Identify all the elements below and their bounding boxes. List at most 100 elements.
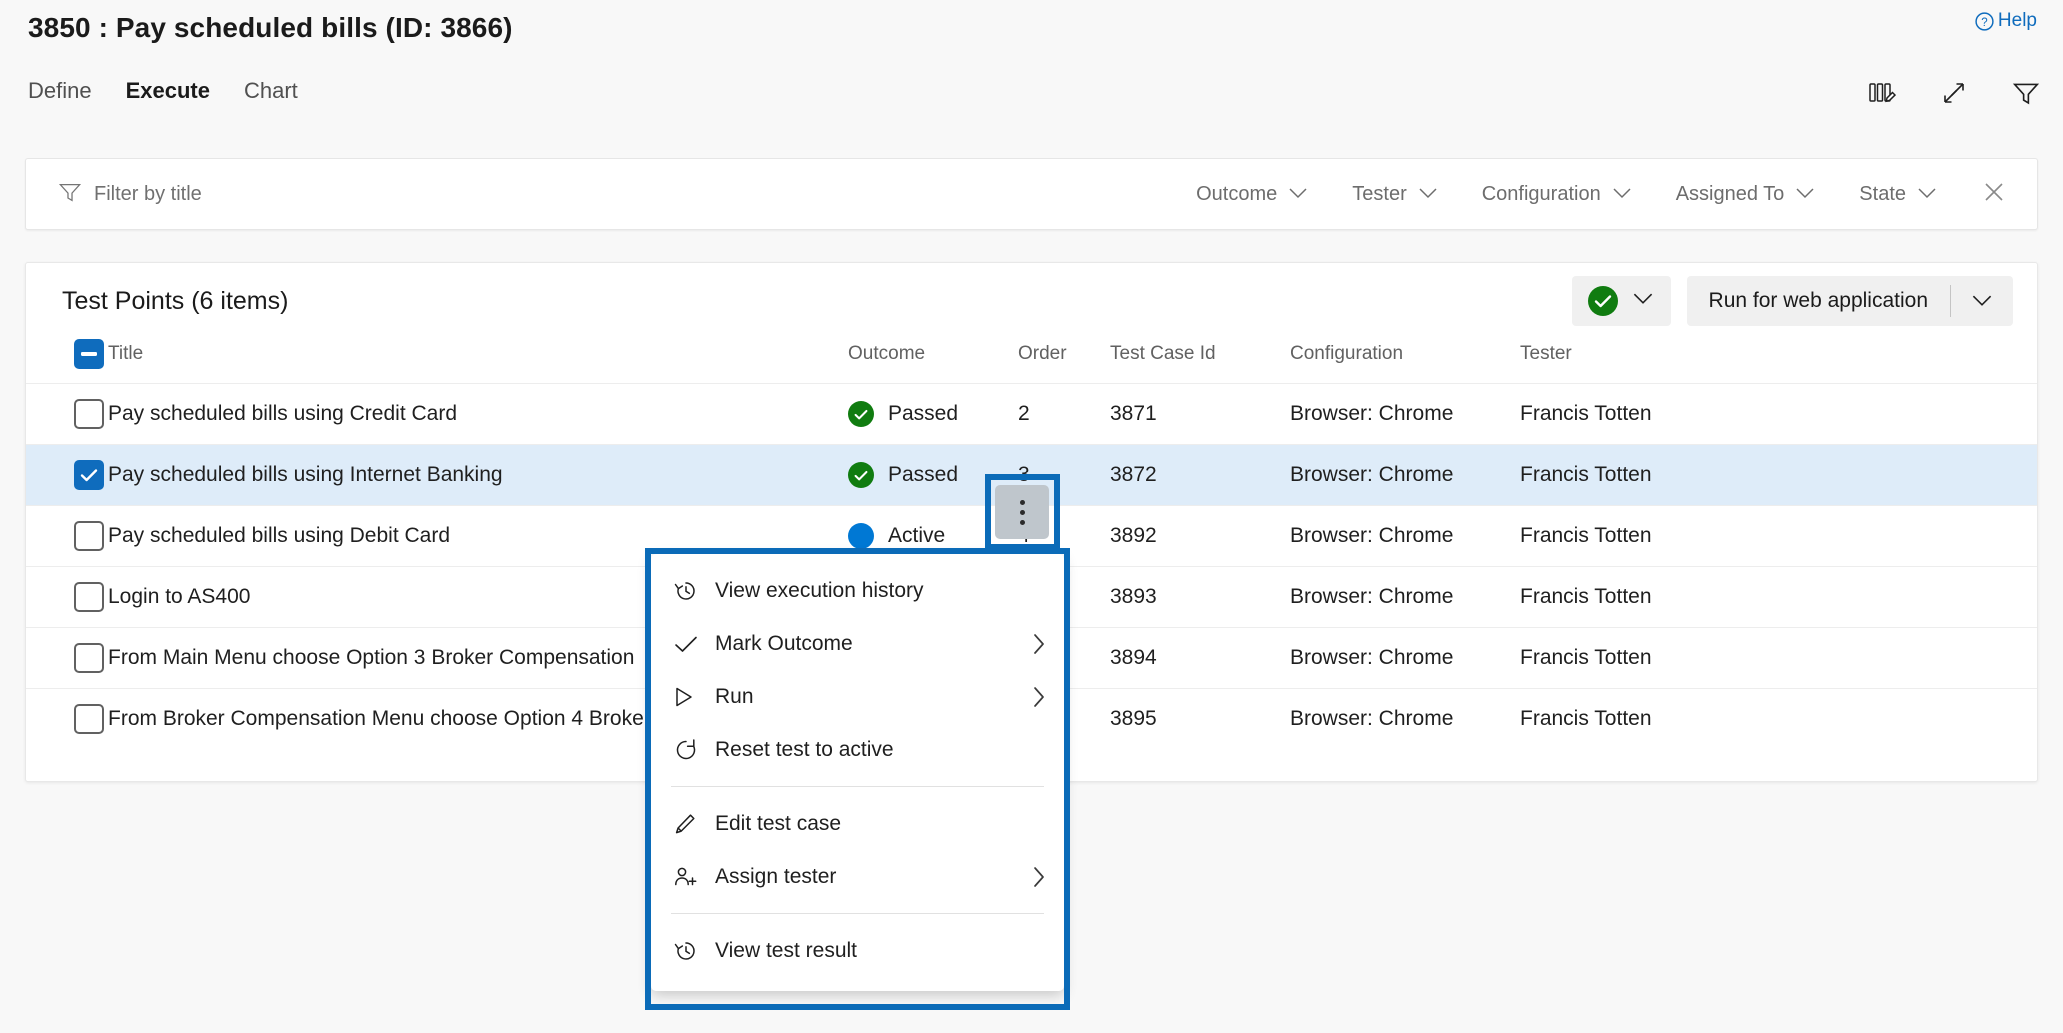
run-split-button[interactable]: Run for web application <box>1687 276 2013 326</box>
chevron-down-icon <box>1288 183 1308 206</box>
chevron-down-icon <box>1917 183 1937 206</box>
row-tester: Francis Totten <box>1520 445 2037 506</box>
outcome-passed-icon <box>848 401 874 427</box>
clear-filters-button[interactable] <box>1959 179 2037 210</box>
select-all-header <box>26 339 108 384</box>
row-configuration: Browser: Chrome <box>1290 506 1520 567</box>
tab-execute[interactable]: Execute <box>126 78 210 108</box>
row-test-case-id: 3892 <box>1110 506 1290 567</box>
run-options-chevron[interactable] <box>1951 294 2013 308</box>
expand-icon[interactable] <box>1939 78 1969 108</box>
row-outcome-label: Active <box>888 524 945 548</box>
history-icon <box>673 938 707 964</box>
row-outcome: Passed <box>848 445 1018 506</box>
card-header: Test Points (6 items) Run for web applic… <box>26 263 2037 339</box>
filter-configuration[interactable]: Configuration <box>1460 183 1654 206</box>
row-title: Pay scheduled bills using Internet Banki… <box>108 445 848 506</box>
funnel-icon <box>58 181 82 208</box>
filter-tester[interactable]: Tester <box>1330 183 1459 206</box>
row-test-case-id: 3872 <box>1110 445 1290 506</box>
page-title: 3850 : Pay scheduled bills (ID: 3866) <box>28 12 513 44</box>
help-circle-icon: ? <box>1974 11 1995 32</box>
menu-item-label: Assign tester <box>715 865 836 889</box>
row-select-cell <box>26 689 108 750</box>
menu-item-view-execution-history[interactable]: View execution history <box>651 564 1064 617</box>
row-checkbox[interactable] <box>74 582 104 612</box>
chevron-down-icon <box>1795 183 1815 206</box>
row-select-cell <box>26 567 108 628</box>
help-link[interactable]: ? Help <box>1974 10 2037 32</box>
filter-state[interactable]: State <box>1837 183 1959 206</box>
menu-item-view-test-result[interactable]: View test result <box>651 924 1064 977</box>
row-checkbox[interactable] <box>74 399 104 429</box>
column-header-tester[interactable]: Tester <box>1520 339 2037 384</box>
row-tester: Francis Totten <box>1520 628 2037 689</box>
column-options-icon[interactable] <box>1867 78 1897 108</box>
column-header-test-case-id[interactable]: Test Case Id <box>1110 339 1290 384</box>
filter-assigned-to-label: Assigned To <box>1676 183 1785 206</box>
search-input[interactable]: Filter by title <box>26 159 1174 229</box>
filter-outcome[interactable]: Outcome <box>1174 183 1330 206</box>
row-outcome-label: Passed <box>888 463 958 487</box>
row-test-case-id: 3895 <box>1110 689 1290 750</box>
table-row[interactable]: Pay scheduled bills using Credit Card Pa… <box>26 384 2037 445</box>
column-header-order[interactable]: Order <box>1018 339 1110 384</box>
row-order: 2 <box>1018 384 1110 445</box>
svg-text:?: ? <box>1981 17 1987 29</box>
filter-dropdown-group: Outcome Tester Configuration Assigned To <box>1174 159 2037 229</box>
column-header-configuration[interactable]: Configuration <box>1290 339 1520 384</box>
row-tester: Francis Totten <box>1520 567 2037 628</box>
filter-assigned-to[interactable]: Assigned To <box>1654 183 1838 206</box>
search-placeholder: Filter by title <box>94 183 202 206</box>
menu-item-run[interactable]: Run <box>651 670 1064 723</box>
select-all-checkbox[interactable] <box>74 339 104 369</box>
menu-item-label: Reset test to active <box>715 738 894 762</box>
chevron-down-icon <box>1632 292 1654 311</box>
run-button-label: Run for web application <box>1687 289 1950 313</box>
row-select-cell <box>26 384 108 445</box>
row-configuration: Browser: Chrome <box>1290 628 1520 689</box>
row-checkbox[interactable] <box>74 521 104 551</box>
row-configuration: Browser: Chrome <box>1290 384 1520 445</box>
menu-item-mark-outcome[interactable]: Mark Outcome <box>651 617 1064 670</box>
row-checkbox[interactable] <box>74 460 104 490</box>
row-tester: Francis Totten <box>1520 689 2037 750</box>
header-toolbar <box>1867 78 2041 108</box>
menu-item-edit-test-case[interactable]: Edit test case <box>651 797 1064 850</box>
row-checkbox[interactable] <box>74 704 104 734</box>
play-icon <box>673 685 707 709</box>
menu-separator <box>671 786 1044 787</box>
column-header-title[interactable]: Title <box>108 339 848 384</box>
checkmark-icon <box>673 634 707 654</box>
card-toolbar: Run for web application <box>1572 276 2013 326</box>
filter-icon[interactable] <box>2011 78 2041 108</box>
row-select-cell <box>26 445 108 506</box>
filter-configuration-label: Configuration <box>1482 183 1601 206</box>
row-tester: Francis Totten <box>1520 384 2037 445</box>
row-select-cell <box>26 628 108 689</box>
row-context-menu: View execution history Mark Outcome Run <box>651 554 1064 991</box>
outcome-active-icon <box>848 523 874 549</box>
row-checkbox[interactable] <box>74 643 104 673</box>
chevron-right-icon <box>1032 685 1046 709</box>
row-outcome: Passed <box>848 384 1018 445</box>
tab-chart[interactable]: Chart <box>244 78 298 108</box>
menu-item-label: View execution history <box>715 579 924 603</box>
menu-item-label: Run <box>715 685 754 709</box>
filter-bar: Filter by title Outcome Tester Configura… <box>25 158 2038 230</box>
tab-bar: Define Execute Chart <box>28 78 298 108</box>
mark-outcome-button[interactable] <box>1572 276 1671 326</box>
menu-item-label: View test result <box>715 939 857 963</box>
tab-define[interactable]: Define <box>28 78 92 108</box>
chevron-right-icon <box>1032 865 1046 889</box>
assign-user-icon <box>673 865 707 889</box>
row-more-actions-button[interactable] <box>995 485 1049 539</box>
menu-item-assign-tester[interactable]: Assign tester <box>651 850 1064 903</box>
reset-icon <box>673 737 707 763</box>
menu-separator <box>671 913 1044 914</box>
column-header-outcome[interactable]: Outcome <box>848 339 1018 384</box>
row-outcome-label: Passed <box>888 402 958 426</box>
row-configuration: Browser: Chrome <box>1290 445 1520 506</box>
outcome-passed-icon <box>848 462 874 488</box>
menu-item-reset-test-to-active[interactable]: Reset test to active <box>651 723 1064 776</box>
